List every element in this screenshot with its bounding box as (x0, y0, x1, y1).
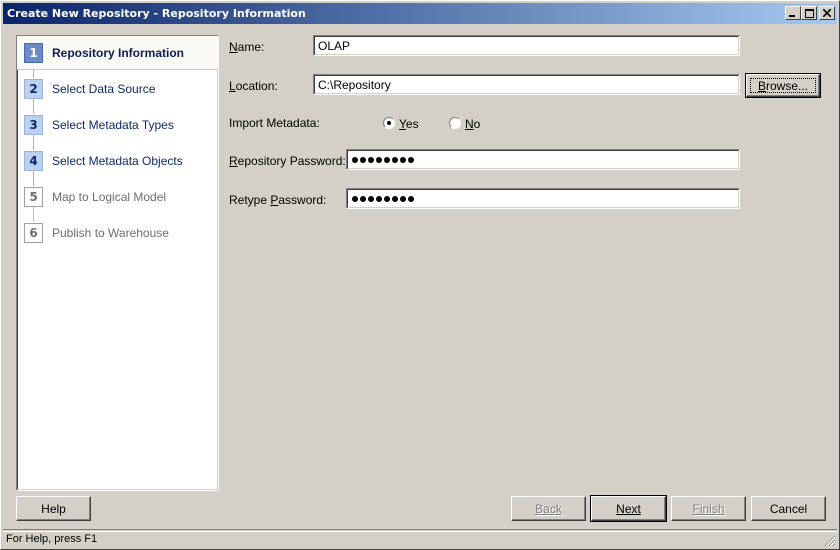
close-icon (823, 9, 831, 17)
retype-password-label: Retype Password: (229, 193, 327, 207)
step-label: Select Metadata Objects (52, 154, 183, 168)
window-title: Create New Repository - Repository Infor… (7, 7, 306, 20)
step-map-to-logical-model: 5 Map to Logical Model (17, 180, 218, 214)
name-field[interactable]: OLAP (313, 35, 740, 56)
browse-button[interactable]: Browse... (745, 73, 821, 98)
location-label: Location: (229, 79, 278, 93)
help-label: Help (41, 501, 66, 516)
step-label: Repository Information (52, 46, 185, 60)
close-button[interactable] (819, 6, 835, 20)
name-value[interactable]: OLAP (314, 36, 739, 55)
step-select-metadata-types[interactable]: 3 Select Metadata Types (17, 108, 218, 142)
step-label: Select Metadata Types (52, 118, 174, 132)
import-metadata-label: Import Metadata: (229, 116, 320, 130)
step-number: 5 (24, 187, 43, 207)
step-label: Publish to Warehouse (52, 226, 169, 240)
step-label: Select Data Source (52, 82, 156, 96)
help-button[interactable]: Help (16, 496, 91, 521)
repository-password-field[interactable] (346, 149, 740, 170)
status-bar: For Help, press F1 (3, 529, 837, 548)
finish-label: Finish (692, 501, 725, 516)
step-number: 2 (24, 79, 43, 99)
retype-password-mask (351, 192, 735, 205)
import-yes-radio[interactable] (383, 117, 395, 129)
location-value[interactable]: C:\Repository (314, 75, 739, 94)
repository-password-mask (351, 153, 735, 166)
step-label: Map to Logical Model (52, 190, 167, 204)
name-label: Name: (229, 40, 265, 54)
step-select-data-source[interactable]: 2 Select Data Source (17, 72, 218, 106)
finish-button[interactable]: Finish (671, 496, 746, 521)
step-number: 4 (24, 151, 43, 171)
retype-password-field[interactable] (346, 188, 740, 209)
dialog-window: Create New Repository - Repository Infor… (0, 0, 840, 550)
minimize-button[interactable] (785, 6, 801, 20)
title-bar: Create New Repository - Repository Infor… (3, 3, 837, 24)
step-number: 3 (24, 115, 43, 135)
back-label: Back (535, 501, 562, 516)
step-number: 6 (24, 223, 43, 243)
import-no-label[interactable]: No (465, 117, 480, 131)
back-button[interactable]: Back (511, 496, 586, 521)
maximize-button[interactable] (801, 6, 817, 20)
next-label: Next (616, 501, 641, 516)
cancel-label: Cancel (769, 501, 808, 516)
step-select-metadata-objects[interactable]: 4 Select Metadata Objects (17, 144, 218, 178)
maximize-icon (804, 8, 814, 18)
import-no-radio[interactable] (449, 117, 461, 129)
step-number: 1 (24, 43, 43, 63)
step-publish-to-warehouse: 6 Publish to Warehouse (17, 216, 218, 250)
minimize-icon (789, 14, 795, 17)
wizard-steps-panel: 1 Repository Information 2 Select Data S… (16, 35, 219, 491)
resize-grip-icon[interactable] (824, 535, 836, 547)
location-field[interactable]: C:\Repository (313, 74, 740, 95)
repository-password-label: Repository Password: (229, 154, 346, 168)
cancel-button[interactable]: Cancel (751, 496, 826, 521)
step-repository-information[interactable]: 1 Repository Information (17, 36, 218, 70)
import-yes-label[interactable]: Yes (399, 117, 419, 131)
status-text: For Help, press F1 (6, 533, 98, 545)
next-button[interactable]: Next (590, 495, 667, 522)
